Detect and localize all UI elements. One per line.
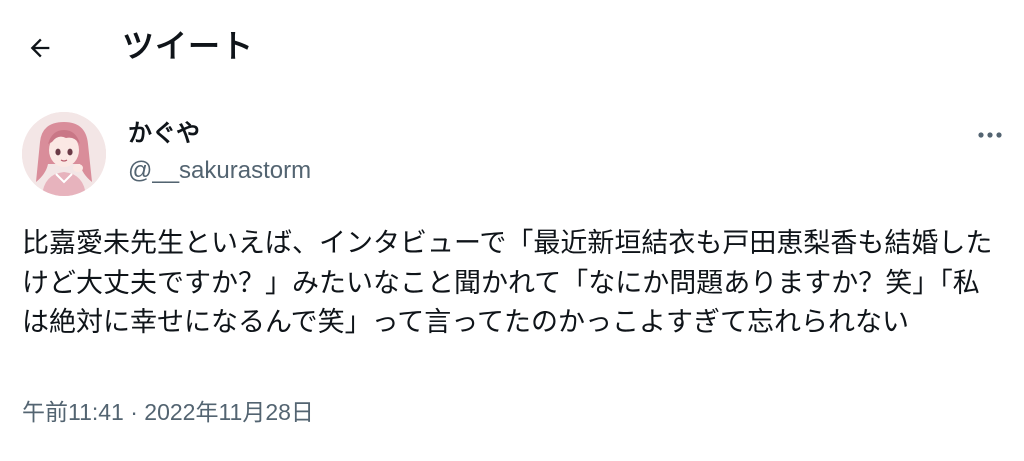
more-options-button[interactable] xyxy=(970,120,1010,150)
author-handle[interactable]: @__sakurastorm xyxy=(128,156,311,186)
more-horizontal-icon xyxy=(978,132,1002,138)
anime-girl-avatar-icon xyxy=(22,112,106,196)
arrow-left-icon xyxy=(30,38,50,58)
author-display-name[interactable]: かぐや xyxy=(128,118,200,148)
tweet-timestamp[interactable]: 午前11:41 · 2022年11月28日 xyxy=(22,396,314,428)
avatar[interactable] xyxy=(22,112,106,196)
back-button[interactable] xyxy=(20,28,60,68)
page-title: ツイート xyxy=(122,27,255,65)
tweet-text: 比嘉愛未先生といえば、インタビューで「最近新垣結衣も戸田恵梨香も結婚したけど大丈… xyxy=(22,228,993,338)
header-bar: ツイート xyxy=(0,0,1024,92)
